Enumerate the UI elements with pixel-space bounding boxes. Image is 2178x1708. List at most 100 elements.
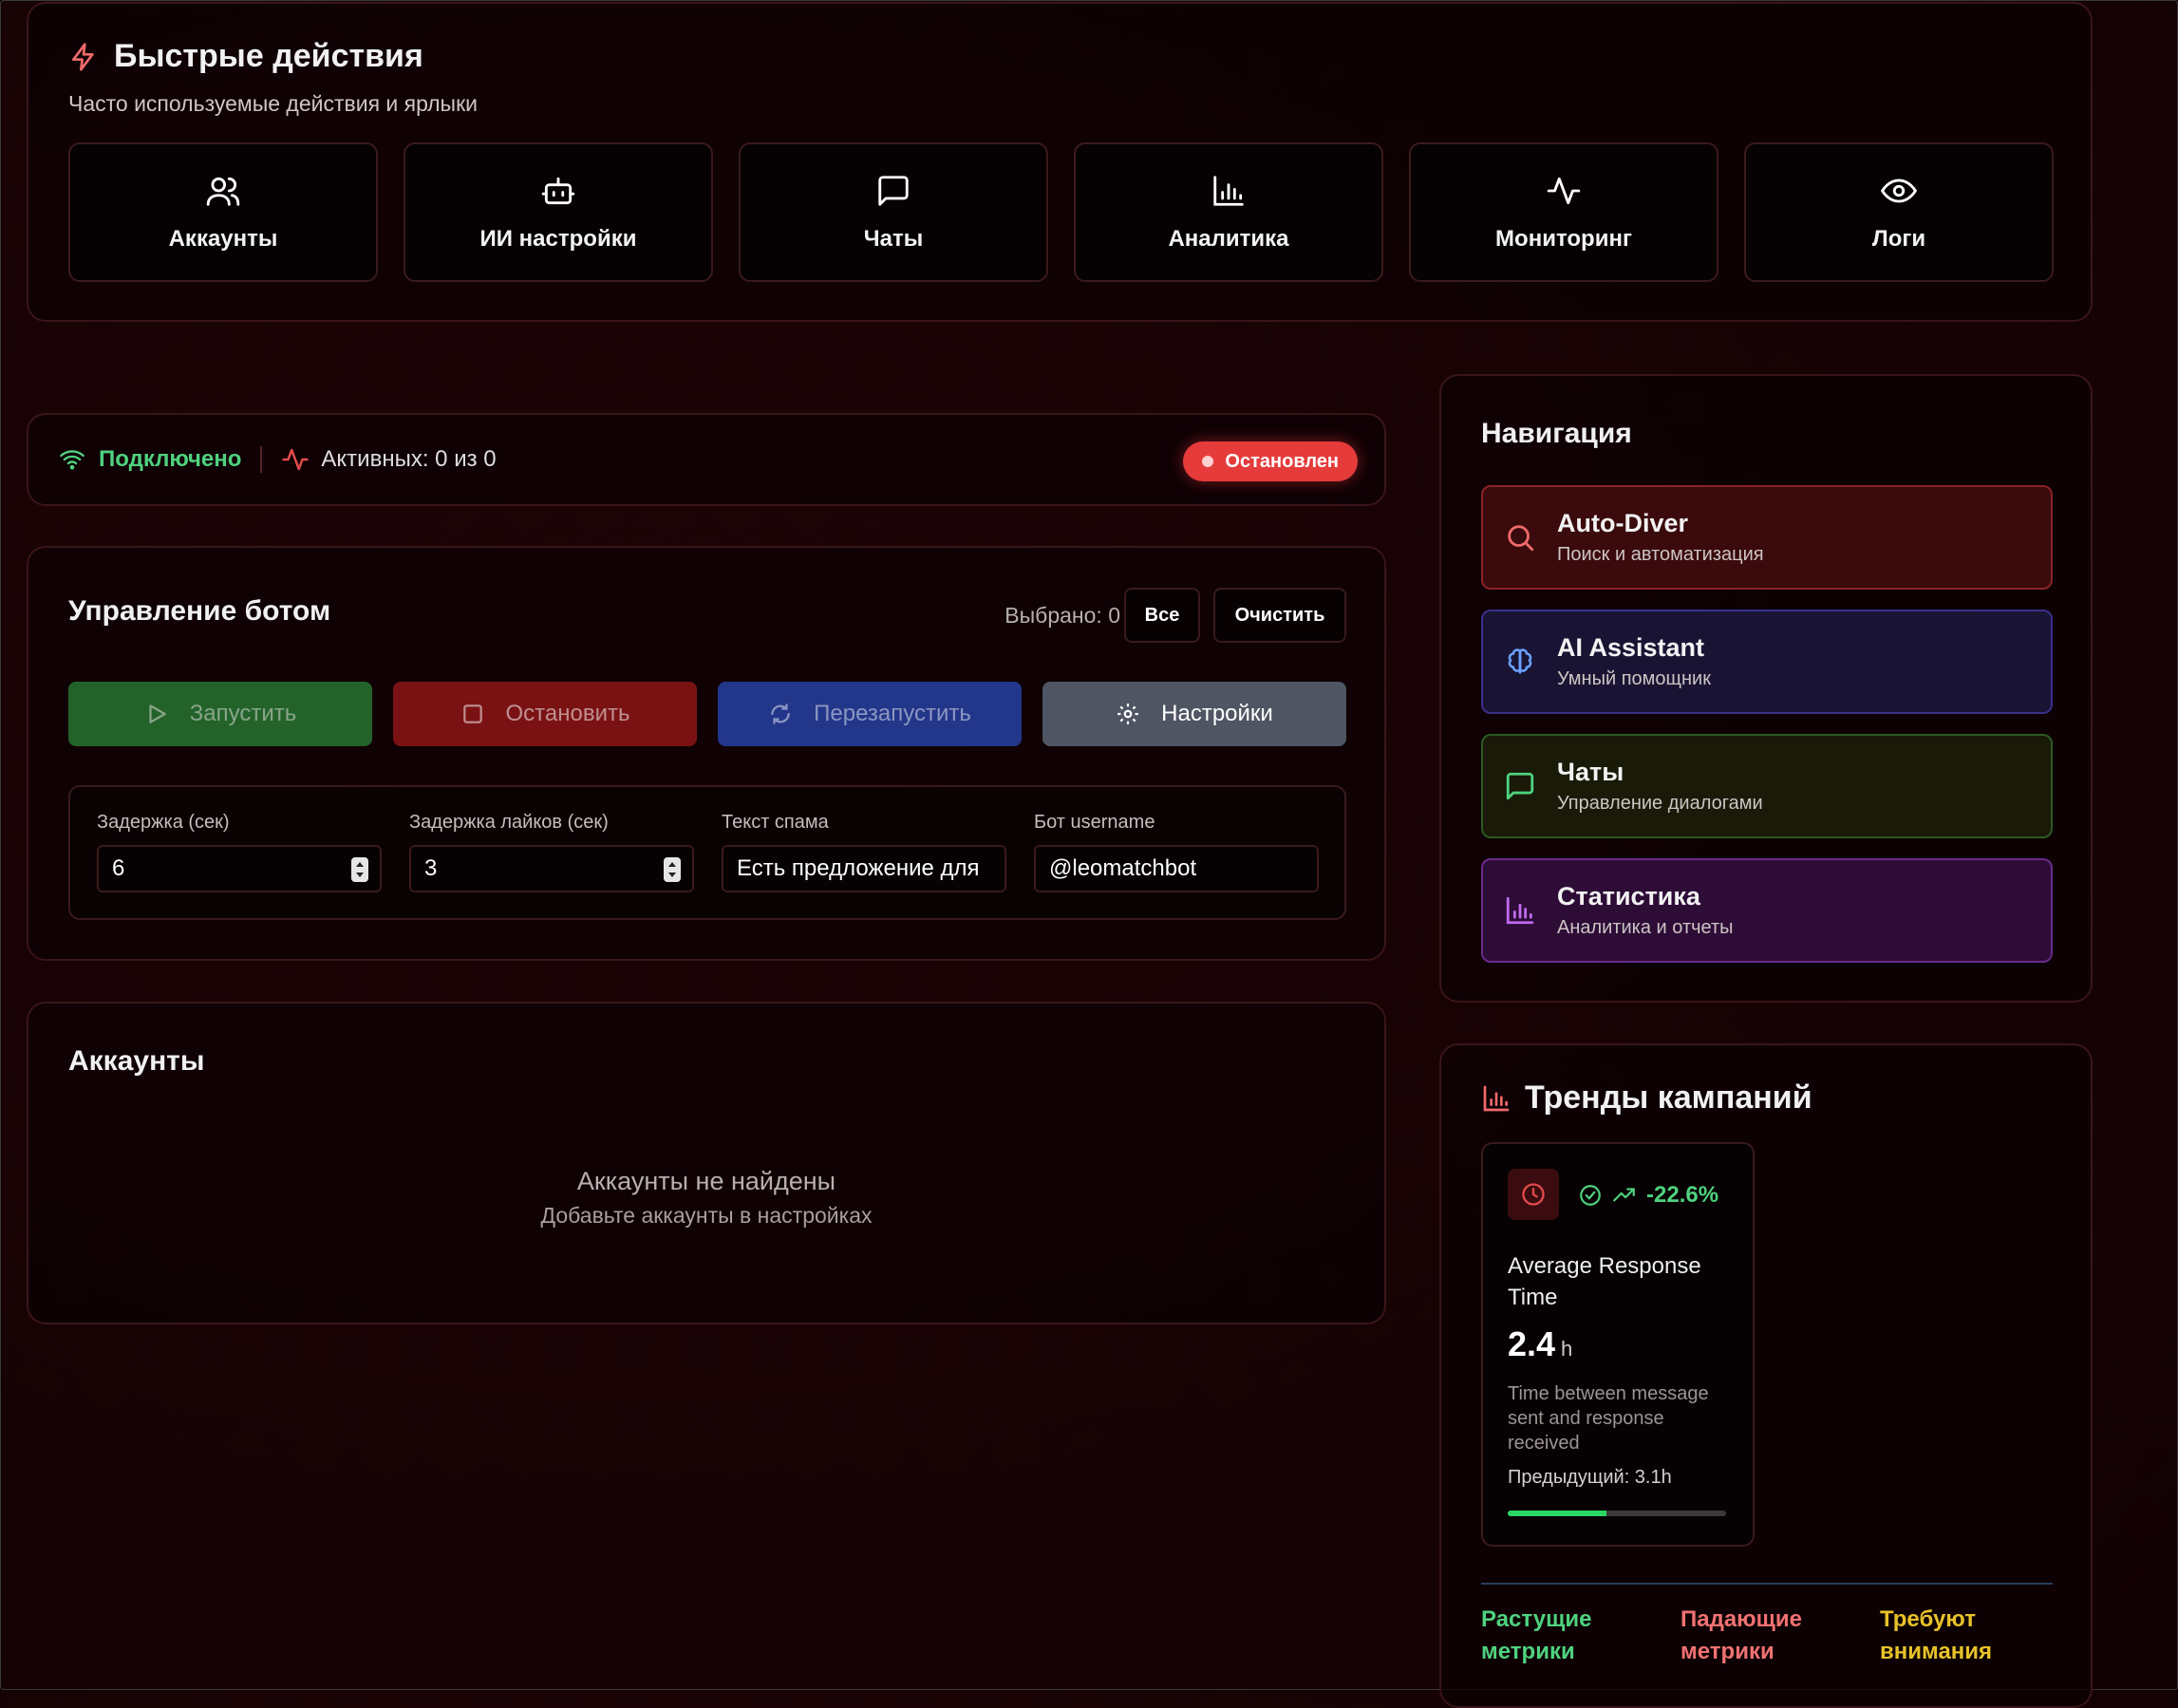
stop-icon <box>460 702 485 726</box>
status-bar: Подключено Активных: 0 из 0 Остановлен <box>27 413 1386 506</box>
navigation-title: Навигация <box>1481 418 1632 449</box>
quick-actions-title: Быстрые действия <box>114 38 423 74</box>
gear-icon <box>1116 702 1140 726</box>
users-icon <box>205 173 241 209</box>
clock-icon <box>1520 1181 1547 1208</box>
nav-item-auto-diver[interactable]: Auto-Diver Поиск и автоматизация <box>1481 485 2053 590</box>
message-icon <box>875 173 911 209</box>
bar-chart-icon <box>1481 1083 1511 1114</box>
accounts-title: Аккаунты <box>68 1045 205 1077</box>
quick-action-logs[interactable]: Логи <box>1744 142 2054 282</box>
start-button[interactable]: Запустить <box>68 682 372 746</box>
accounts-empty-title: Аккаунты не найдены <box>576 1167 836 1195</box>
delay-stepper[interactable] <box>351 857 368 882</box>
like-delay-input[interactable]: 3 <box>409 845 694 892</box>
quick-action-ai-settings[interactable]: ИИ настройки <box>404 142 713 282</box>
play-icon <box>144 702 169 726</box>
trending-up-icon <box>1612 1183 1637 1208</box>
bot-username-label: Бот username <box>1034 812 1155 833</box>
spam-text-label: Текст спама <box>722 812 829 833</box>
bar-chart-icon <box>1504 894 1536 927</box>
quick-actions-grid: Аккаунты ИИ настройки Чаты Аналитика Мон… <box>68 142 2054 282</box>
nav-item-chats[interactable]: Чаты Управление диалогами <box>1481 734 2053 838</box>
metric-change: -22.6% <box>1578 1182 1718 1209</box>
connection-status: Подключено <box>57 446 241 473</box>
nav-item-subtitle: Умный помощник <box>1557 668 1711 689</box>
bot-icon <box>540 173 576 209</box>
quick-action-label: Чаты <box>863 225 924 252</box>
quick-action-label: Аналитика <box>1168 225 1289 252</box>
like-delay-field: Задержка лайков (сек) 3 <box>409 812 694 892</box>
eye-icon <box>1881 173 1917 209</box>
delay-value: 6 <box>112 855 125 881</box>
metric-unit: h <box>1561 1337 1573 1361</box>
check-circle-icon <box>1578 1183 1603 1208</box>
delay-field: Задержка (сек) 6 <box>97 812 382 892</box>
search-icon <box>1504 521 1536 554</box>
quick-action-label: ИИ настройки <box>479 225 637 252</box>
metric-description: Time between message sent and response r… <box>1508 1383 1709 1454</box>
clear-selection-button[interactable]: Очистить <box>1213 588 1346 643</box>
nav-item-subtitle: Аналитика и отчеты <box>1557 917 1734 938</box>
bot-username-field: Бот username @leomatchbot <box>1034 812 1319 892</box>
divider <box>260 446 263 473</box>
nav-item-title: Auto-Diver <box>1557 509 1689 537</box>
activity-icon <box>1546 173 1582 209</box>
legend-growing: Растущие метрики <box>1481 1606 1592 1664</box>
spam-text-input[interactable]: Есть предложение для <box>722 845 1006 892</box>
message-icon <box>1504 770 1536 802</box>
metric-previous: Предыдущий: 3.1h <box>1508 1467 1672 1488</box>
status-badge: Остановлен <box>1183 441 1358 481</box>
quick-action-accounts[interactable]: Аккаунты <box>68 142 378 282</box>
bot-settings-fields: Задержка (сек) 6 Задержка лайков (сек) 3… <box>68 785 1346 920</box>
settings-label: Настройки <box>1161 701 1273 726</box>
bot-username-value: @leomatchbot <box>1049 855 1197 881</box>
quick-action-monitoring[interactable]: Мониторинг <box>1409 142 1718 282</box>
metric-icon-box <box>1508 1169 1559 1220</box>
bot-control-title: Управление ботом <box>68 595 331 627</box>
legend-falling: Падающие метрики <box>1680 1606 1803 1664</box>
select-all-button[interactable]: Все <box>1124 588 1200 643</box>
quick-actions-subtitle: Часто используемые действия и ярлыки <box>68 91 478 116</box>
quick-action-label: Мониторинг <box>1495 225 1632 252</box>
metric-value-number: 2.4 <box>1508 1324 1556 1363</box>
metric-value: 2.4 h <box>1508 1324 1572 1364</box>
campaign-trends-card: Тренды кампаний -22.6% Average Response … <box>1439 1043 2093 1708</box>
metric-card[interactable]: -22.6% Average Response Time 2.4 h Time b… <box>1481 1142 1755 1547</box>
nav-item-subtitle: Поиск и автоматизация <box>1557 544 1764 565</box>
accounts-empty-hint: Добавьте аккаунты в настройках <box>540 1203 873 1228</box>
metric-change-value: -22.6% <box>1646 1182 1719 1208</box>
quick-action-analytics[interactable]: Аналитика <box>1074 142 1383 282</box>
navigation-card: Навигация Auto-Diver Поиск и автоматизац… <box>1439 374 2093 1003</box>
delay-input[interactable]: 6 <box>97 845 382 892</box>
quick-actions-header: Быстрые действия <box>68 38 423 75</box>
spam-text-value: Есть предложение для <box>737 855 980 881</box>
active-count: Активных: 0 из 0 <box>281 445 497 474</box>
quick-action-chats[interactable]: Чаты <box>739 142 1048 282</box>
stop-button[interactable]: Остановить <box>393 682 697 746</box>
nav-item-subtitle: Управление диалогами <box>1557 793 1763 814</box>
like-delay-label: Задержка лайков (сек) <box>409 812 609 833</box>
nav-item-title: Статистика <box>1557 882 1700 910</box>
status-badge-label: Остановлен <box>1225 450 1339 472</box>
nav-item-ai-assistant[interactable]: AI Assistant Умный помощник <box>1481 610 2053 714</box>
bar-chart-icon <box>1211 173 1247 209</box>
trends-divider <box>1481 1583 2053 1585</box>
quick-action-label: Логи <box>1871 225 1926 252</box>
nav-item-statistics[interactable]: Статистика Аналитика и отчеты <box>1481 858 2053 963</box>
restart-label: Перезапустить <box>814 701 971 726</box>
status-dot <box>1202 456 1214 467</box>
like-delay-stepper[interactable] <box>664 857 681 882</box>
active-label: Активных: 0 из 0 <box>321 446 497 472</box>
quick-action-label: Аккаунты <box>168 225 278 252</box>
metric-progress-fill <box>1508 1511 1606 1516</box>
trends-header: Тренды кампаний <box>1481 1079 1812 1117</box>
delay-label: Задержка (сек) <box>97 812 230 833</box>
spam-text-field: Текст спама Есть предложение для <box>722 812 1006 892</box>
brain-icon <box>1504 646 1536 678</box>
bot-username-input[interactable]: @leomatchbot <box>1034 845 1319 892</box>
settings-button[interactable]: Настройки <box>1042 682 1346 746</box>
metric-name: Average Response Time <box>1508 1253 1701 1310</box>
activity-icon <box>281 445 310 474</box>
restart-button[interactable]: Перезапустить <box>718 682 1022 746</box>
